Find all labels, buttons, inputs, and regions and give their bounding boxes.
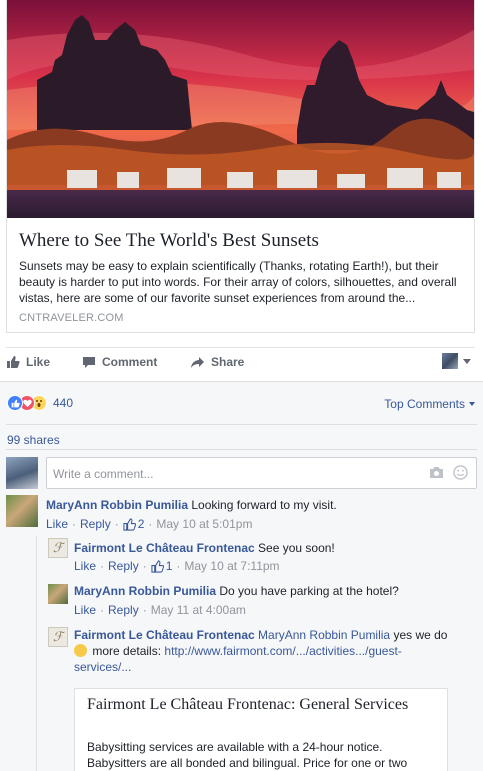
reply-link[interactable]: http://www.fairmont.com/.../activities..… <box>164 644 401 658</box>
reply-reply-link[interactable]: Reply <box>108 559 139 573</box>
reply-like-link[interactable]: Like <box>74 603 96 617</box>
comment-button[interactable]: Comment <box>82 355 157 369</box>
reaction-count[interactable]: 440 <box>53 396 73 410</box>
avatar[interactable]: ℱ <box>48 538 68 558</box>
reply-text: See you soon! <box>258 541 335 555</box>
reply-mention[interactable]: MaryAnn Robbin Pumilia <box>258 628 390 642</box>
reply-like-count[interactable]: 1 <box>151 559 172 573</box>
reply-like-link[interactable]: Like <box>74 559 96 573</box>
comment-text: Looking forward to my visit. <box>191 498 337 512</box>
chevron-down-icon <box>463 358 471 364</box>
comment-input[interactable]: Write a comment... <box>46 457 477 489</box>
share-label: Share <box>211 355 245 369</box>
link-preview-domain: CNTRAVELER.COM <box>19 312 124 324</box>
reply-author[interactable]: Fairmont Le Château Frontenac <box>74 628 255 642</box>
avatar[interactable] <box>6 495 38 527</box>
avatar[interactable]: ℱ <box>48 627 68 647</box>
comment-timestamp[interactable]: May 10 at 5:01pm <box>156 517 252 531</box>
thumbs-up-icon <box>123 517 136 531</box>
reply-text: yes we do <box>393 628 448 642</box>
camera-icon[interactable] <box>429 466 444 479</box>
reply-link-preview-title[interactable]: Fairmont Le Château Frontenac: General S… <box>87 695 437 715</box>
comment-like-count[interactable]: 2 <box>123 517 144 531</box>
reply-link-preview-description: Babysitting services are available with … <box>87 740 408 770</box>
comment-input-placeholder: Write a comment... <box>53 467 154 481</box>
reply-timestamp[interactable]: May 11 at 4:00am <box>151 603 246 617</box>
reply-author[interactable]: MaryAnn Robbin Pumilia <box>74 584 216 598</box>
reply-meta: Like · Reply · May 11 at 4:00am <box>74 603 246 617</box>
sunset-skyline-image <box>7 0 474 218</box>
like-button[interactable]: Like <box>6 355 50 369</box>
reply-text: Do you have parking at the hotel? <box>219 584 399 598</box>
reply: Fairmont Le Château Frontenac See you so… <box>74 540 474 556</box>
thumbs-up-icon <box>151 559 164 573</box>
post-as-selector[interactable] <box>442 353 471 369</box>
reply-link[interactable]: services/... <box>74 660 131 674</box>
emoji-icon[interactable] <box>453 465 468 480</box>
comment-reply-link[interactable]: Reply <box>80 517 111 531</box>
reply: MaryAnn Robbin Pumilia Do you have parki… <box>74 583 474 599</box>
divider <box>6 424 477 425</box>
reply-timestamp[interactable]: May 10 at 7:11pm <box>184 559 279 573</box>
comment-meta: Like · Reply · 2 · May 10 at 5:01pm <box>46 517 253 531</box>
share-icon <box>191 356 204 368</box>
viewer-avatar <box>6 457 38 489</box>
reply-text: more details: <box>92 644 162 658</box>
link-preview-card[interactable]: Where to See The World's Best Sunsets Su… <box>6 0 475 333</box>
reply-meta: Like · Reply · 1 · May 10 at 7:11pm <box>74 559 280 573</box>
avatar[interactable] <box>48 584 68 604</box>
link-preview-description: Sunsets may be easy to explain scientifi… <box>19 259 457 305</box>
share-button[interactable]: Share <box>190 355 244 369</box>
comment-author[interactable]: MaryAnn Robbin Pumilia <box>46 498 188 512</box>
comment-sort-dropdown[interactable]: Top Comments <box>384 397 475 411</box>
reply-link-preview[interactable]: Fairmont Le Château Frontenac: General S… <box>74 688 448 771</box>
comment-like-link[interactable]: Like <box>46 517 68 531</box>
smiley-icon <box>74 644 87 657</box>
comment-icon <box>83 356 95 368</box>
reply-author[interactable]: Fairmont Le Château Frontenac <box>74 541 255 555</box>
reply-reply-link[interactable]: Reply <box>108 603 139 617</box>
comment-label: Comment <box>102 355 158 369</box>
like-reaction-icon <box>7 395 23 411</box>
thumbs-up-icon <box>7 356 20 368</box>
link-preview-title[interactable]: Where to See The World's Best Sunsets <box>19 230 319 252</box>
reactions-summary[interactable]: 440 <box>7 395 73 411</box>
post-action-bar: Like Comment Share <box>6 347 475 377</box>
shares-count[interactable]: 99 shares <box>7 433 60 447</box>
reply-thread-line <box>36 536 37 771</box>
divider <box>6 449 477 450</box>
chevron-down-icon <box>469 402 475 406</box>
comment: MaryAnn Robbin Pumilia Looking forward t… <box>46 497 466 513</box>
like-label: Like <box>26 355 51 369</box>
reply: Fairmont Le Château Frontenac MaryAnn Ro… <box>74 627 474 675</box>
viewer-avatar <box>442 353 458 369</box>
comment-sort-label: Top Comments <box>384 397 465 411</box>
link-preview-image[interactable] <box>7 0 474 218</box>
